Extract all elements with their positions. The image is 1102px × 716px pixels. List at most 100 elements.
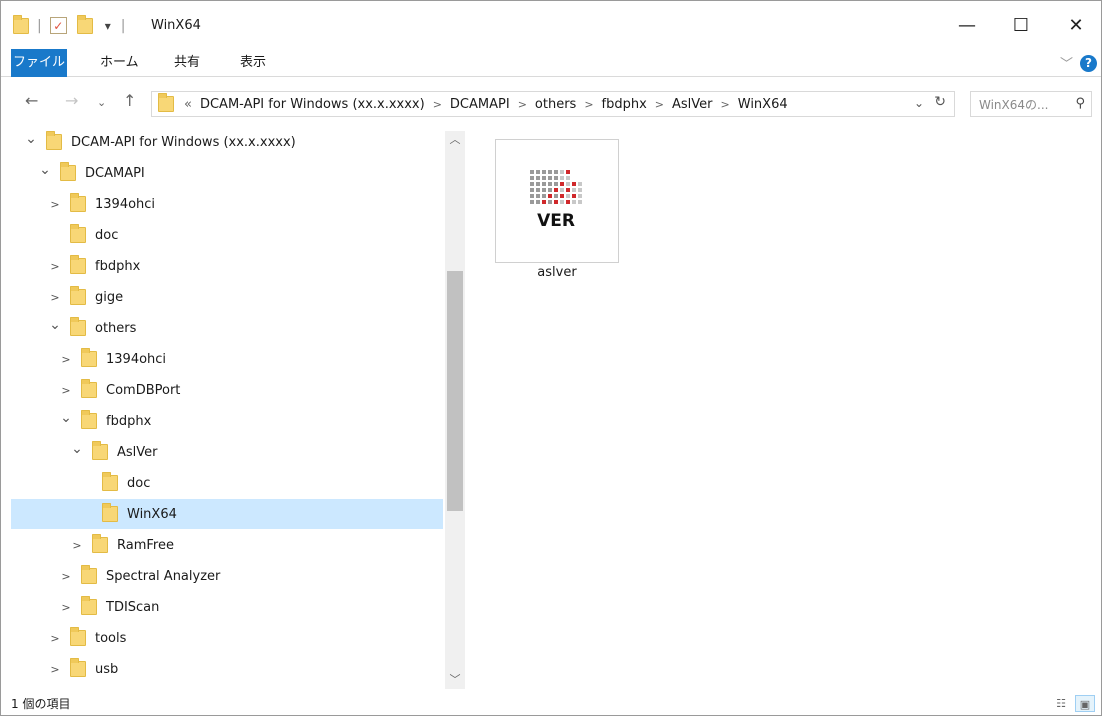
folder-icon (81, 410, 97, 429)
title-bar: | ✓ ▾ | WinX64 — ☐ ✕ (1, 1, 1101, 45)
forward-arrow-icon[interactable]: → (65, 91, 78, 110)
breadcrumb-item[interactable]: fbdphx (602, 97, 647, 112)
back-arrow-icon[interactable]: ← (25, 91, 38, 110)
tree-item[interactable]: ⌄ others (11, 313, 443, 343)
collapse-chevron-icon[interactable]: > (60, 384, 72, 397)
logo-pixel-gray (542, 188, 546, 192)
minimize-button[interactable]: — (944, 7, 990, 43)
logo-pixel-gray (554, 176, 558, 180)
chevron-right-icon[interactable]: > (433, 98, 442, 111)
breadcrumb-item[interactable]: AslVer (672, 97, 713, 112)
logo-pixel-gray (560, 188, 564, 192)
logo-pixel-red (554, 200, 558, 204)
new-folder-icon[interactable] (76, 14, 93, 34)
tree-item[interactable]: ⌄ fbdphx (11, 406, 443, 436)
logo-pixel-gray (548, 170, 552, 174)
tree-item[interactable]: > ComDBPort (11, 375, 443, 405)
large-icons-view-icon[interactable]: ▣ (1075, 695, 1095, 712)
chevron-right-icon[interactable]: > (518, 98, 527, 111)
chevron-right-icon[interactable]: > (655, 98, 664, 111)
overflow-chevron-icon[interactable]: « (184, 97, 192, 112)
collapse-chevron-icon[interactable]: > (49, 663, 61, 676)
collapse-chevron-icon[interactable]: > (49, 260, 61, 273)
collapse-chevron-icon[interactable]: > (71, 539, 83, 552)
tree-item-label: Spectral Analyzer (106, 568, 221, 584)
expand-chevron-icon[interactable]: ⌄ (39, 162, 51, 178)
collapse-chevron-icon[interactable]: > (49, 632, 61, 645)
close-button[interactable]: ✕ (1053, 7, 1099, 43)
logo-pixel-red (566, 188, 570, 192)
tree-item[interactable]: doc (11, 220, 443, 250)
tree-item[interactable]: WinX64 (11, 499, 443, 529)
tree-item[interactable]: > fbdphx (11, 251, 443, 281)
ribbon-tabs: ファイル ホーム 共有 表示 ﹀ ? (1, 49, 1101, 77)
recent-locations-icon[interactable]: ⌄ (97, 96, 106, 109)
logo-pixel-gray (566, 194, 570, 198)
address-bar[interactable]: « DCAM-API for Windows (xx.x.xxxx) > DCA… (151, 91, 955, 117)
tree-item[interactable]: > usb (11, 654, 443, 684)
folder-icon[interactable] (13, 14, 29, 34)
collapse-chevron-icon[interactable]: > (49, 291, 61, 304)
help-icon[interactable]: ? (1080, 55, 1097, 72)
logo-pixel-gray (536, 176, 540, 180)
address-dropdown-icon[interactable]: ⌄ (914, 96, 924, 110)
folder-icon (92, 534, 108, 553)
quick-access-dropdown-icon[interactable]: ▾ (105, 19, 111, 33)
folder-icon (70, 317, 86, 336)
tree-item[interactable]: > TDIScan (11, 592, 443, 622)
folder-icon (70, 224, 86, 243)
svg-text:VER: VER (537, 211, 575, 231)
tree-scrollbar[interactable]: ︿ ﹀ (445, 131, 465, 689)
breadcrumb-item[interactable]: WinX64 (738, 97, 788, 112)
expand-chevron-icon[interactable]: ⌄ (71, 441, 83, 457)
tree-item[interactable]: > tools (11, 623, 443, 653)
chevron-right-icon[interactable]: > (584, 98, 593, 111)
chevron-right-icon[interactable]: > (721, 98, 730, 111)
breadcrumb-item[interactable]: DCAM-API for Windows (xx.x.xxxx) (200, 97, 425, 112)
collapse-chevron-icon[interactable]: > (60, 353, 72, 366)
folder-icon (81, 379, 97, 398)
logo-pixel-gray (536, 194, 540, 198)
tab-view[interactable]: 表示 (240, 49, 266, 77)
file-name[interactable]: aslver (495, 265, 619, 280)
tab-file[interactable]: ファイル (11, 49, 67, 77)
tree-item[interactable]: >1394ohci (11, 189, 443, 219)
tree-item[interactable]: > RamFree (11, 530, 443, 560)
expand-chevron-icon[interactable]: ⌄ (60, 410, 72, 426)
tab-share[interactable]: 共有 (174, 49, 200, 77)
separator: | (120, 17, 126, 34)
tree-item-label: tools (95, 630, 127, 646)
tree-item[interactable]: > Spectral Analyzer (11, 561, 443, 591)
breadcrumb-item[interactable]: others (535, 97, 576, 112)
collapse-chevron-icon[interactable]: > (49, 198, 61, 211)
search-icon[interactable]: ⚲ (1075, 96, 1085, 111)
expand-chevron-icon[interactable]: ⌄ (25, 131, 37, 147)
scrollbar-thumb[interactable] (447, 271, 463, 511)
tree-item[interactable]: doc (11, 468, 443, 498)
tree-item-label: TDIScan (106, 599, 160, 615)
search-input[interactable]: WinX64の... ⚲ (970, 91, 1092, 117)
up-arrow-icon[interactable]: ↑ (123, 91, 136, 110)
folder-icon (46, 131, 62, 150)
file-item-aslver[interactable]: VER (495, 139, 619, 263)
tab-home[interactable]: ホーム (100, 49, 139, 77)
refresh-icon[interactable]: ↻ (934, 94, 946, 110)
ribbon-expand-icon[interactable]: ﹀ (1060, 53, 1073, 72)
scroll-down-icon[interactable]: ﹀ (445, 671, 465, 689)
tree-item[interactable]: ⌄ AslVer (11, 437, 443, 467)
maximize-button[interactable]: ☐ (998, 7, 1044, 43)
folder-icon (70, 286, 86, 305)
tree-item[interactable]: ⌄ DCAMAPI (11, 158, 443, 188)
details-view-icon[interactable]: ☷ (1051, 695, 1071, 712)
scroll-up-icon[interactable]: ︿ (445, 131, 465, 149)
tree-item-label: gige (95, 289, 124, 305)
tree-item[interactable]: ⌄ DCAM-API for Windows (xx.x.xxxx) (11, 127, 443, 157)
expand-chevron-icon[interactable]: ⌄ (49, 317, 61, 333)
tree-item[interactable]: > gige (11, 282, 443, 312)
breadcrumb-item[interactable]: DCAMAPI (450, 97, 510, 112)
tree-item[interactable]: >1394ohci (11, 344, 443, 374)
logo-pixel-gray (530, 176, 534, 180)
properties-check-icon[interactable]: ✓ (49, 17, 67, 34)
collapse-chevron-icon[interactable]: > (60, 570, 72, 583)
collapse-chevron-icon[interactable]: > (60, 601, 72, 614)
